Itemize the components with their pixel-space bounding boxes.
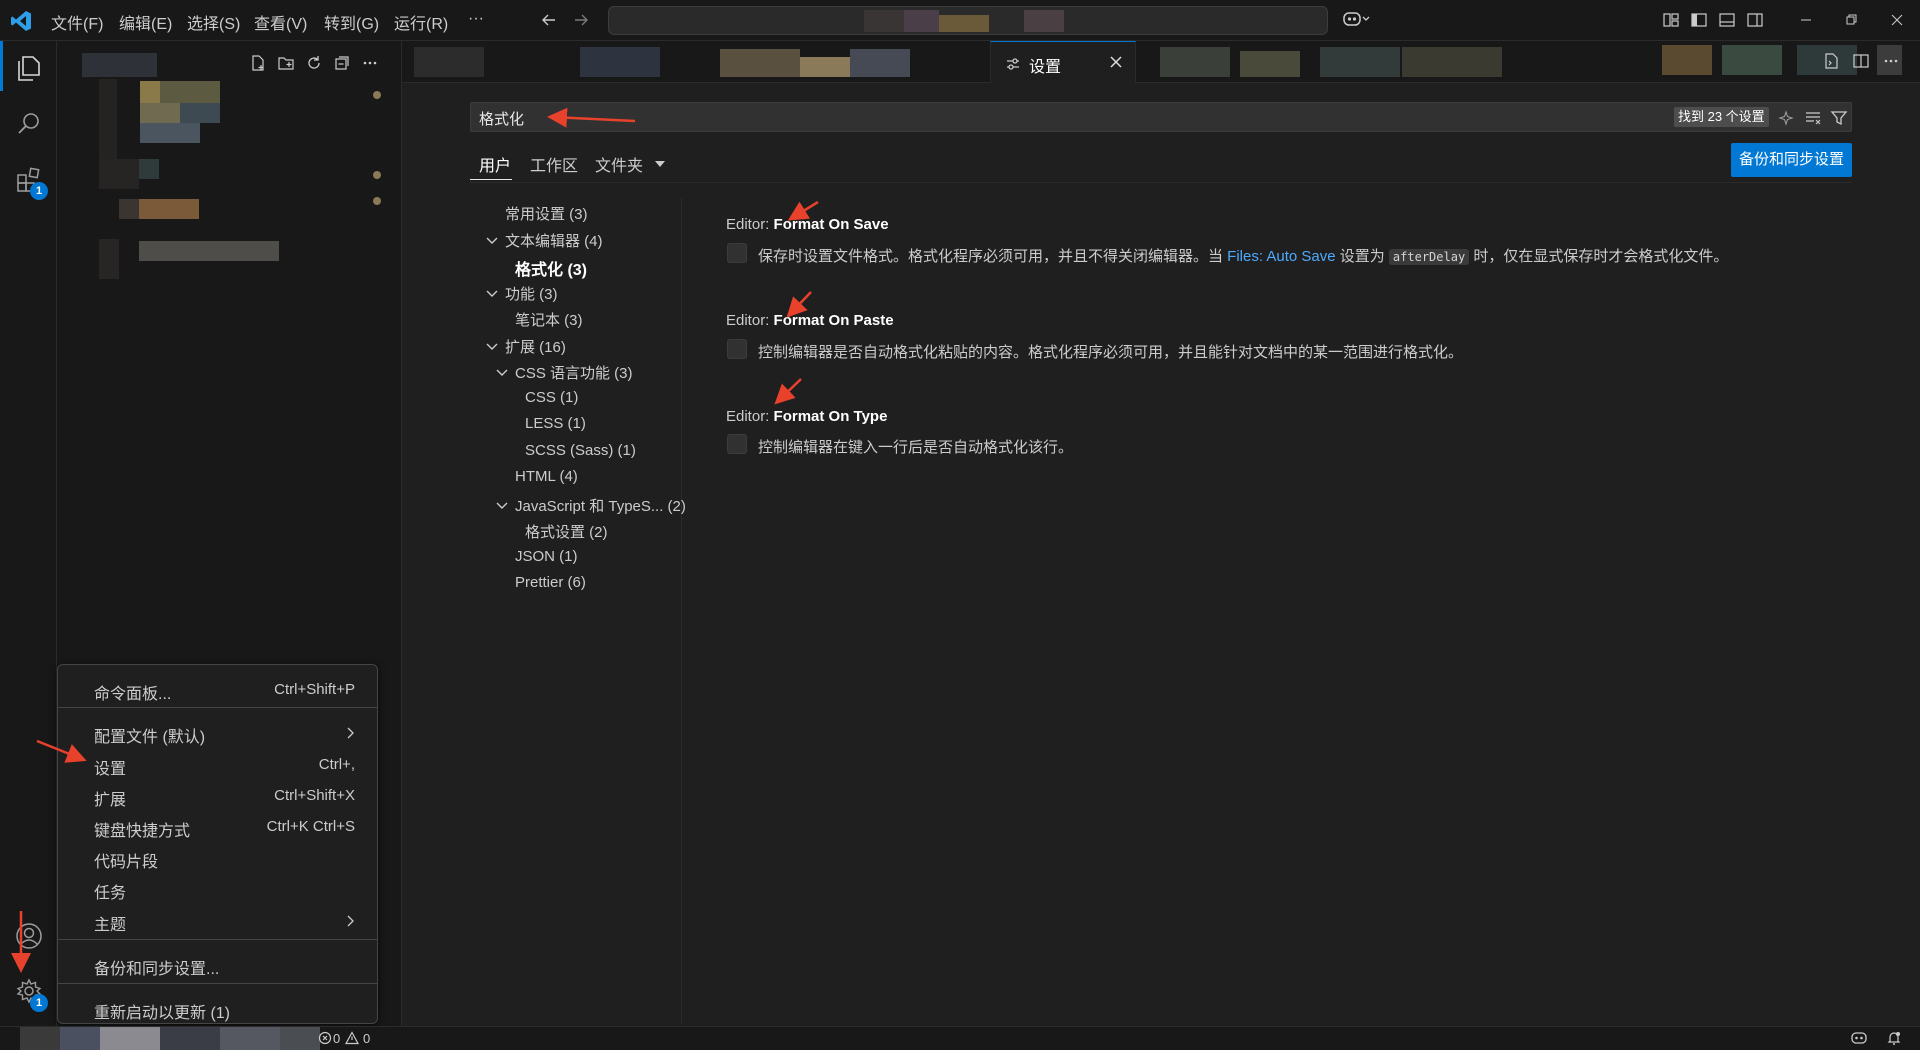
annotation-arrow [547,107,636,128]
annotation-arrows [11,107,819,973]
annotation-arrow [787,200,819,221]
annotation-arrow [774,378,802,405]
annotation-arrow [36,739,87,763]
annotation-arrow [786,291,812,318]
